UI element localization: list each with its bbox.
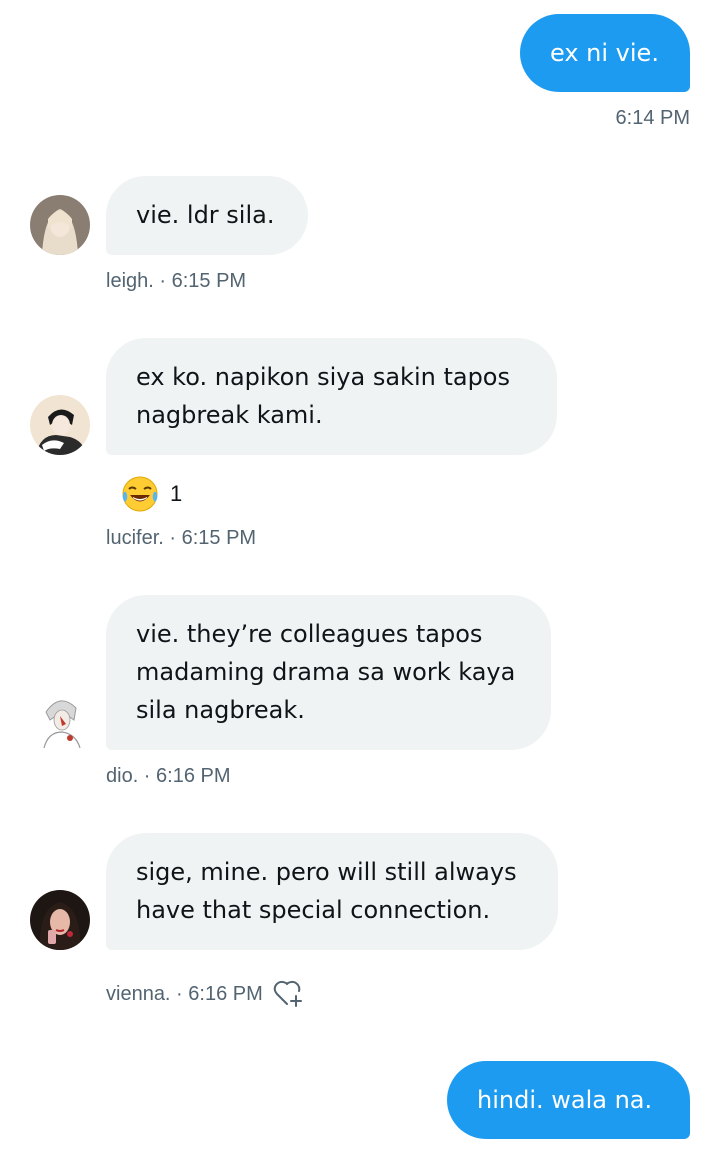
avatar[interactable] xyxy=(30,195,90,255)
avatar[interactable] xyxy=(30,395,90,455)
message-reaction[interactable]: 1 xyxy=(120,474,182,514)
message-timestamp: 6:15 PM xyxy=(171,270,247,292)
message-text: sige, mine. pero will still always have … xyxy=(136,858,517,924)
laughing-emoji-icon xyxy=(120,474,160,514)
message-meta: lucifer. · 6:15 PM xyxy=(106,527,256,550)
reaction-count: 1 xyxy=(170,481,183,506)
avatar[interactable] xyxy=(30,890,90,950)
message-text: vie. ldr sila. xyxy=(136,201,275,229)
message-text: hindi. wala na. xyxy=(477,1086,653,1114)
incoming-message-bubble[interactable]: vie. ldr sila. xyxy=(106,176,308,255)
avatar[interactable] xyxy=(36,690,86,750)
message-timestamp: 6:16 PM xyxy=(156,765,231,787)
meta-separator: · xyxy=(138,765,157,787)
sender-name[interactable]: vienna. xyxy=(106,983,171,1005)
message-text: vie. they’re colleagues tapos madaming d… xyxy=(136,620,516,724)
incoming-message-bubble[interactable]: ex ko. napikon siya sakin tapos nagbreak… xyxy=(106,338,557,455)
message-text: ex ko. napikon siya sakin tapos nagbreak… xyxy=(136,363,510,429)
message-timestamp: 6:16 PM xyxy=(188,983,263,1005)
message-meta: vienna. · 6:16 PM xyxy=(106,983,263,1006)
message-text: ex ni vie. xyxy=(550,39,659,67)
message-meta: dio. · 6:16 PM xyxy=(106,765,231,788)
message-meta: leigh. · 6:15 PM xyxy=(106,270,246,293)
meta-separator: · xyxy=(153,270,172,292)
outgoing-message-bubble[interactable]: ex ni vie. xyxy=(520,14,690,92)
sender-name[interactable]: leigh. xyxy=(106,270,154,292)
meta-separator: · xyxy=(163,527,182,549)
meta-separator: · xyxy=(170,983,189,1005)
incoming-message-bubble[interactable]: sige, mine. pero will still always have … xyxy=(106,833,558,950)
message-timestamp: 6:14 PM xyxy=(615,107,690,129)
incoming-message-bubble[interactable]: vie. they’re colleagues tapos madaming d… xyxy=(106,595,551,750)
outgoing-message-bubble[interactable]: hindi. wala na. xyxy=(447,1061,690,1139)
sender-name[interactable]: lucifer. xyxy=(106,527,164,549)
sender-name[interactable]: dio. xyxy=(106,765,138,787)
heart-plus-icon[interactable] xyxy=(273,978,305,1008)
message-timestamp: 6:15 PM xyxy=(181,527,257,549)
